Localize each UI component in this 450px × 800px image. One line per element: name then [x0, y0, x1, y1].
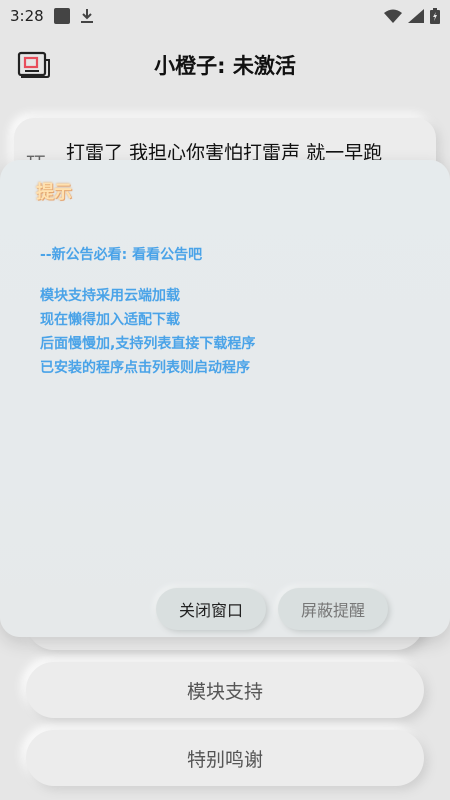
status-bar: 3:28	[0, 0, 450, 32]
notice-line: 模块支持采用云端加载	[40, 288, 180, 304]
news-icon[interactable]	[16, 50, 52, 84]
signal-icon	[408, 9, 424, 23]
notice-dialog: 提示 --新公告必看: 看看公告吧 模块支持采用云端加载 现在懒得加入适配下载 …	[0, 160, 450, 637]
close-window-button[interactable]: 关闭窗口	[156, 588, 266, 630]
battery-icon	[430, 8, 440, 24]
notice-body: 模块支持采用云端加载 现在懒得加入适配下载 后面慢慢加,支持列表直接下载程序 已…	[40, 284, 255, 380]
notice-line: 已安装的程序点击列表则启动程序	[40, 360, 250, 376]
app-header: 小橙子: 未激活	[0, 42, 450, 88]
wifi-icon	[384, 9, 402, 23]
module-support-button[interactable]: 模块支持	[26, 662, 424, 718]
status-left: 3:28	[10, 7, 94, 25]
status-right	[384, 8, 440, 24]
status-time: 3:28	[10, 7, 44, 25]
dialog-title: 提示	[36, 182, 72, 203]
special-thanks-button[interactable]: 特别鸣谢	[26, 730, 424, 786]
mute-reminder-button[interactable]: 屏蔽提醒	[278, 588, 388, 630]
app-notification-icon	[53, 8, 70, 24]
notice-headline: --新公告必看: 看看公告吧	[40, 247, 203, 263]
page-title: 小橙子: 未激活	[154, 54, 296, 78]
notice-line: 现在懒得加入适配下载	[40, 312, 180, 328]
notice-line: 后面慢慢加,支持列表直接下载程序	[40, 336, 256, 352]
download-icon	[80, 9, 93, 23]
